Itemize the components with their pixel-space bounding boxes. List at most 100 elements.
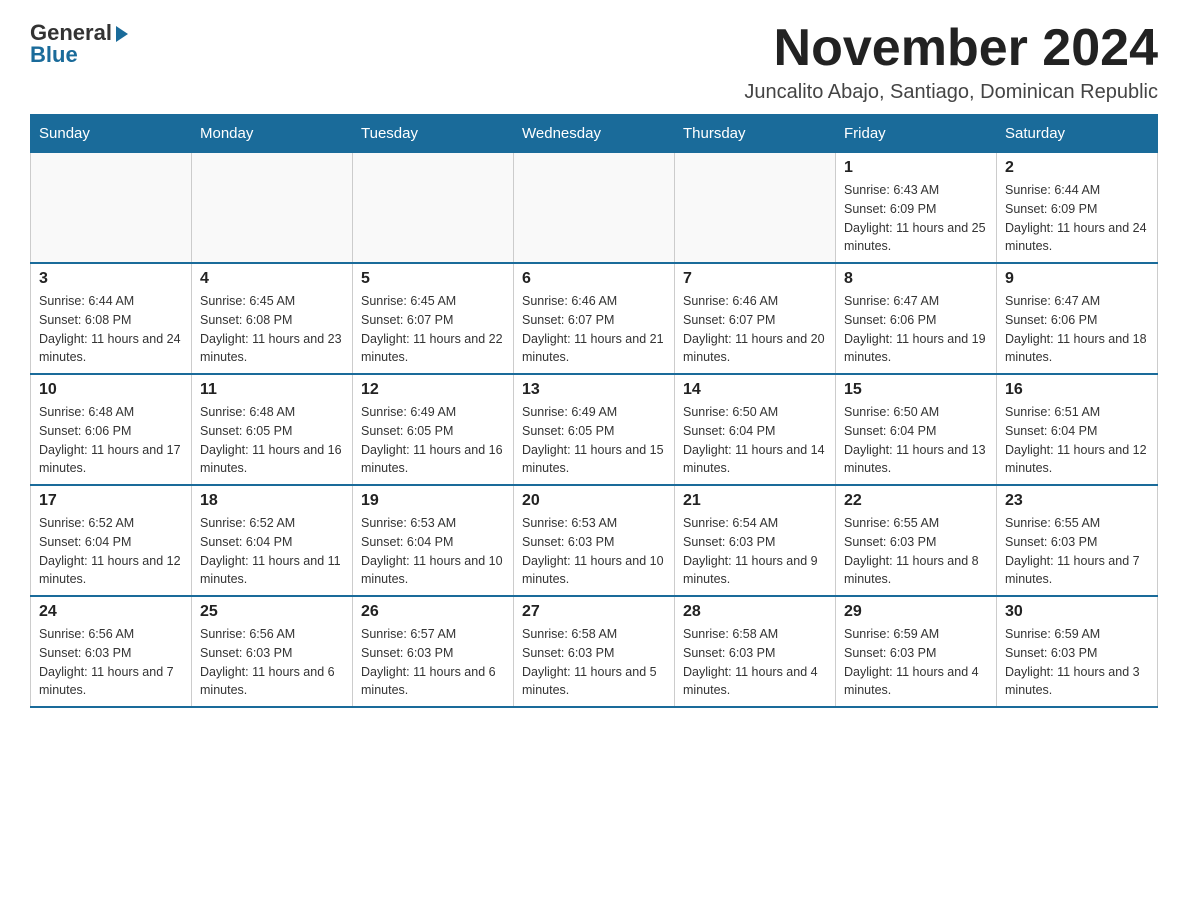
daylight-text: Daylight: 11 hours and 9 minutes. [683, 554, 818, 587]
daylight-text: Daylight: 11 hours and 25 minutes. [844, 221, 986, 254]
table-row: 26Sunrise: 6:57 AMSunset: 6:03 PMDayligh… [353, 596, 514, 707]
logo: General Blue [30, 20, 128, 68]
page-subtitle: Juncalito Abajo, Santiago, Dominican Rep… [744, 81, 1158, 104]
sunrise-text: Sunrise: 6:51 AM [1005, 405, 1100, 419]
sunset-text: Sunset: 6:09 PM [844, 202, 936, 216]
col-friday: Friday [836, 115, 997, 153]
day-info: Sunrise: 6:50 AMSunset: 6:04 PMDaylight:… [683, 403, 827, 478]
day-number: 25 [200, 603, 344, 621]
daylight-text: Daylight: 11 hours and 24 minutes. [1005, 221, 1147, 254]
day-number: 23 [1005, 492, 1149, 510]
table-row: 19Sunrise: 6:53 AMSunset: 6:04 PMDayligh… [353, 485, 514, 596]
day-info: Sunrise: 6:51 AMSunset: 6:04 PMDaylight:… [1005, 403, 1149, 478]
daylight-text: Daylight: 11 hours and 22 minutes. [361, 332, 503, 365]
sunrise-text: Sunrise: 6:45 AM [361, 294, 456, 308]
sunset-text: Sunset: 6:03 PM [1005, 646, 1097, 660]
sunrise-text: Sunrise: 6:46 AM [522, 294, 617, 308]
table-row: 11Sunrise: 6:48 AMSunset: 6:05 PMDayligh… [192, 374, 353, 485]
sunrise-text: Sunrise: 6:56 AM [200, 627, 295, 641]
sunset-text: Sunset: 6:04 PM [683, 424, 775, 438]
day-number: 17 [39, 492, 183, 510]
sunset-text: Sunset: 6:07 PM [522, 313, 614, 327]
sunset-text: Sunset: 6:04 PM [39, 535, 131, 549]
day-number: 10 [39, 381, 183, 399]
day-info: Sunrise: 6:45 AMSunset: 6:07 PMDaylight:… [361, 292, 505, 367]
day-info: Sunrise: 6:53 AM Sunset: 6:03 PM Daylight:… [522, 514, 666, 589]
day-info: Sunrise: 6:49 AMSunset: 6:05 PMDaylight:… [361, 403, 505, 478]
day-info: Sunrise: 6:58 AMSunset: 6:03 PMDaylight:… [683, 625, 827, 700]
daylight-text: Daylight: 11 hours and 10 minutes. [522, 554, 664, 587]
header: General Blue November 2024 Juncalito Aba… [30, 20, 1158, 104]
table-row: 29Sunrise: 6:59 AMSunset: 6:03 PMDayligh… [836, 596, 997, 707]
sunset-text: Sunset: 6:09 PM [1005, 202, 1097, 216]
day-info: Sunrise: 6:55 AMSunset: 6:03 PMDaylight:… [844, 514, 988, 589]
day-info: Sunrise: 6:54 AMSunset: 6:03 PMDaylight:… [683, 514, 827, 589]
sunrise-text: Sunrise: 6:50 AM [683, 405, 778, 419]
daylight-text: Daylight: 11 hours and 3 minutes. [1005, 665, 1140, 698]
table-row: 12 Sunrise: 6:49 AMSunset: 6:05 PMDayligh… [353, 374, 514, 485]
day-info: Sunrise: 6:47 AMSunset: 6:06 PMDaylight:… [844, 292, 988, 367]
calendar-week-row: 1 Sunrise: 6:43 AMSunset: 6:09 PMDaylight… [31, 153, 1158, 264]
table-row: 3 Sunrise: 6:44 AMSunset: 6:08 PMDaylight… [31, 263, 192, 374]
day-number: 26 [361, 603, 505, 621]
table-row: 9Sunrise: 6:47 AMSunset: 6:06 PMDaylight… [997, 263, 1158, 374]
sunrise-text: Sunrise: 6:54 AM [683, 516, 778, 530]
day-number: 30 [1005, 603, 1149, 621]
calendar-week-row: 24 Sunrise: 6:56 AM Sunset: 6:03 PM Dayligh… [31, 596, 1158, 707]
day-info: Sunrise: 6:45 AMSunset: 6:08 PMDaylight:… [200, 292, 344, 367]
daylight-text: Daylight: 11 hours and 8 minutes. [844, 554, 979, 587]
day-number: 20 [522, 492, 666, 510]
day-info: Sunrise: 6:46 AM Sunset: 6:07 PM Daylight:… [522, 292, 666, 367]
sunset-text: Sunset: 6:03 PM [1005, 535, 1097, 549]
sunrise-text: Sunrise: 6:52 AM [39, 516, 134, 530]
sunrise-text: Sunrise: 6:55 AM [844, 516, 939, 530]
table-row [192, 153, 353, 264]
daylight-text: Daylight: 11 hours and 19 minutes. [844, 332, 986, 365]
sunset-text: Sunset: 6:03 PM [39, 646, 131, 660]
sunrise-text: Sunrise: 6:44 AM [39, 294, 134, 308]
table-row [675, 153, 836, 264]
day-info: Sunrise: 6:59 AMSunset: 6:03 PMDaylight:… [844, 625, 988, 700]
col-saturday: Saturday [997, 115, 1158, 153]
sunset-text: Sunset: 6:03 PM [522, 646, 614, 660]
col-monday: Monday [192, 115, 353, 153]
sunrise-text: Sunrise: 6:57 AM [361, 627, 456, 641]
table-row: 21Sunrise: 6:54 AMSunset: 6:03 PMDayligh… [675, 485, 836, 596]
day-number: 24 [39, 603, 183, 621]
table-row: 25Sunrise: 6:56 AMSunset: 6:03 PMDayligh… [192, 596, 353, 707]
sunrise-text: Sunrise: 6:53 AM [361, 516, 456, 530]
day-number: 12 [361, 381, 505, 399]
sunrise-text: Sunrise: 6:53 AM [522, 516, 617, 530]
table-row: 13Sunrise: 6:49 AMSunset: 6:05 PMDayligh… [514, 374, 675, 485]
day-info: Sunrise: 6:58 AMSunset: 6:03 PMDaylight:… [522, 625, 666, 700]
day-number: 1 [844, 159, 988, 177]
daylight-text: Daylight: 11 hours and 6 minutes. [361, 665, 496, 698]
daylight-text: Daylight: 11 hours and 11 minutes. [200, 554, 341, 587]
daylight-text: Daylight: 11 hours and 10 minutes. [361, 554, 503, 587]
day-number: 3 [39, 270, 183, 288]
day-info: Sunrise: 6:43 AMSunset: 6:09 PMDaylight:… [844, 181, 988, 256]
day-number: 27 [522, 603, 666, 621]
day-number: 6 [522, 270, 666, 288]
calendar-week-row: 10Sunrise: 6:48 AMSunset: 6:06 PMDayligh… [31, 374, 1158, 485]
day-info: Sunrise: 6:53 AMSunset: 6:04 PMDaylight:… [361, 514, 505, 589]
day-info: Sunrise: 6:44 AMSunset: 6:08 PMDaylight:… [39, 292, 183, 367]
day-number: 16 [1005, 381, 1149, 399]
table-row: 18Sunrise: 6:52 AMSunset: 6:04 PMDayligh… [192, 485, 353, 596]
daylight-text: Daylight: 11 hours and 21 minutes. [522, 332, 664, 365]
sunset-text: Sunset: 6:04 PM [200, 535, 292, 549]
day-info: Sunrise: 6:52 AMSunset: 6:04 PMDaylight:… [200, 514, 344, 589]
table-row: 1 Sunrise: 6:43 AMSunset: 6:09 PMDaylight… [836, 153, 997, 264]
table-row: 30Sunrise: 6:59 AMSunset: 6:03 PMDayligh… [997, 596, 1158, 707]
calendar-week-row: 17Sunrise: 6:52 AMSunset: 6:04 PMDayligh… [31, 485, 1158, 596]
sunset-text: Sunset: 6:03 PM [683, 646, 775, 660]
table-row: 8Sunrise: 6:47 AMSunset: 6:06 PMDaylight… [836, 263, 997, 374]
daylight-text: Daylight: 11 hours and 5 minutes. [522, 665, 657, 698]
sunrise-text: Sunrise: 6:56 AM [39, 627, 134, 641]
day-info: Sunrise: 6:49 AMSunset: 6:05 PMDaylight:… [522, 403, 666, 478]
day-number: 22 [844, 492, 988, 510]
calendar: Sunday Monday Tuesday Wednesday Thursday… [30, 114, 1158, 708]
table-row: 15Sunrise: 6:50 AMSunset: 6:04 PMDayligh… [836, 374, 997, 485]
sunset-text: Sunset: 6:03 PM [522, 535, 614, 549]
daylight-text: Daylight: 11 hours and 12 minutes. [39, 554, 181, 587]
